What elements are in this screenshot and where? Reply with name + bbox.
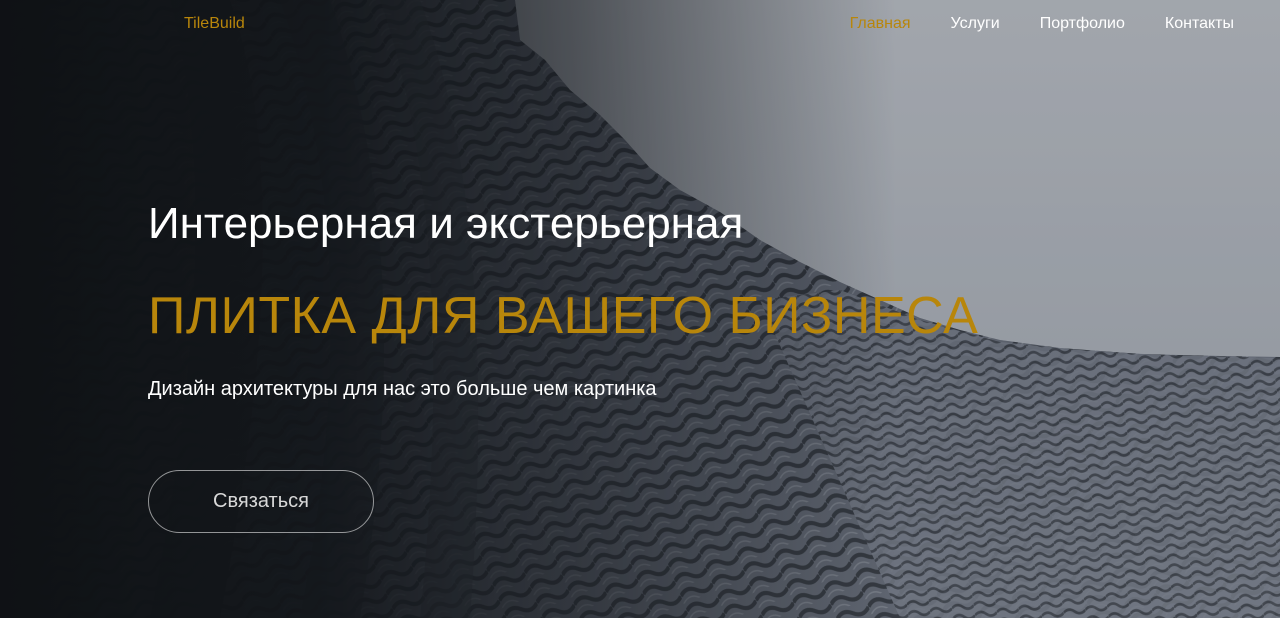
nav-item-services[interactable]: Услуги [951, 14, 1000, 34]
nav-item-portfolio[interactable]: Портфолио [1040, 14, 1125, 34]
contact-button[interactable]: Связаться [148, 470, 374, 533]
hero-title: Интерьерная и экстерьерная [148, 199, 744, 248]
site-logo[interactable]: TileBuild [184, 14, 245, 34]
top-navigation: TileBuild Главная Услуги Портфолио Конта… [0, 0, 1280, 48]
hero-subtitle: Дизайн архитектуры для нас это больше че… [148, 378, 657, 400]
nav-item-contacts[interactable]: Контакты [1165, 14, 1234, 34]
nav-menu: Главная Услуги Портфолио Контакты [850, 14, 1234, 34]
hero-headline: ПЛИТКА ДЛЯ ВАШЕГО БИЗНЕСА [148, 287, 979, 345]
nav-item-home[interactable]: Главная [850, 14, 911, 34]
hero-section: TileBuild Главная Услуги Портфолио Конта… [0, 0, 1280, 618]
hero-content: Интерьерная и экстерьерная ПЛИТКА ДЛЯ ВА… [148, 196, 1048, 402]
